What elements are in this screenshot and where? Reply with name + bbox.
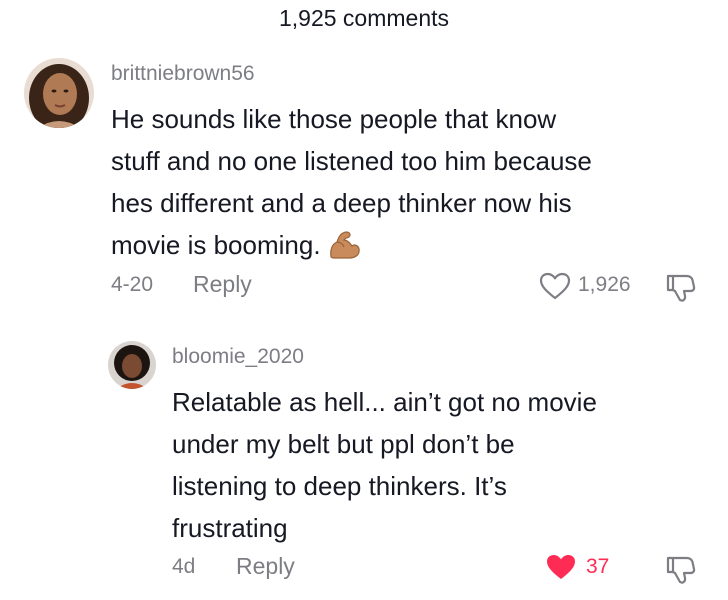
comment-text-line: movie is booming.	[111, 230, 321, 260]
heart-filled-icon	[547, 555, 575, 579]
thumbs-down-icon	[666, 556, 696, 584]
comment-text-line: Relatable as hell... ain’t got no movie	[172, 387, 597, 417]
comment-text-line: listening to deep thinkers. It’s	[172, 471, 507, 501]
comment-text-line: He sounds like those people that know	[111, 104, 557, 134]
comment-text-line: hes different and a deep thinker now his	[111, 188, 572, 218]
heart-outline-icon	[539, 272, 571, 300]
reply-button[interactable]: Reply	[193, 271, 252, 298]
comment-text-line-last: movie is booming.	[111, 224, 711, 272]
comment-text-line: stuff and no one listened too him becaus…	[111, 146, 592, 176]
thumbs-down-icon	[666, 274, 696, 302]
comment-username[interactable]: bloomie_2020	[172, 345, 304, 369]
avatar-image-icon	[108, 341, 156, 389]
comment-date: 4d	[172, 555, 196, 578]
like-button[interactable]	[544, 552, 578, 582]
comment-text-line: frustrating	[172, 513, 288, 543]
reply-comment-item: bloomie_2020 Relatable as hell... ain’t …	[0, 310, 728, 600]
like-count: 1,926	[578, 273, 631, 296]
avatar[interactable]	[108, 341, 156, 389]
avatar-image-icon	[24, 58, 94, 128]
flexed-biceps-emoji-icon	[327, 230, 361, 272]
avatar[interactable]	[24, 58, 94, 128]
comment-date: 4-20	[111, 273, 154, 296]
comment-username[interactable]: brittniebrown56	[111, 62, 255, 86]
comment-text-line: under my belt but ppl don’t be	[172, 429, 515, 459]
comment-item: brittniebrown56 He sounds like those peo…	[0, 0, 728, 310]
comment-text: He sounds like those people that know st…	[111, 98, 711, 272]
like-button[interactable]	[538, 271, 572, 301]
dislike-button[interactable]	[664, 552, 698, 586]
reply-button[interactable]: Reply	[236, 553, 295, 580]
comment-text: Relatable as hell... ain’t got no movie …	[172, 381, 712, 549]
like-count: 37	[586, 555, 610, 578]
dislike-button[interactable]	[664, 270, 698, 304]
